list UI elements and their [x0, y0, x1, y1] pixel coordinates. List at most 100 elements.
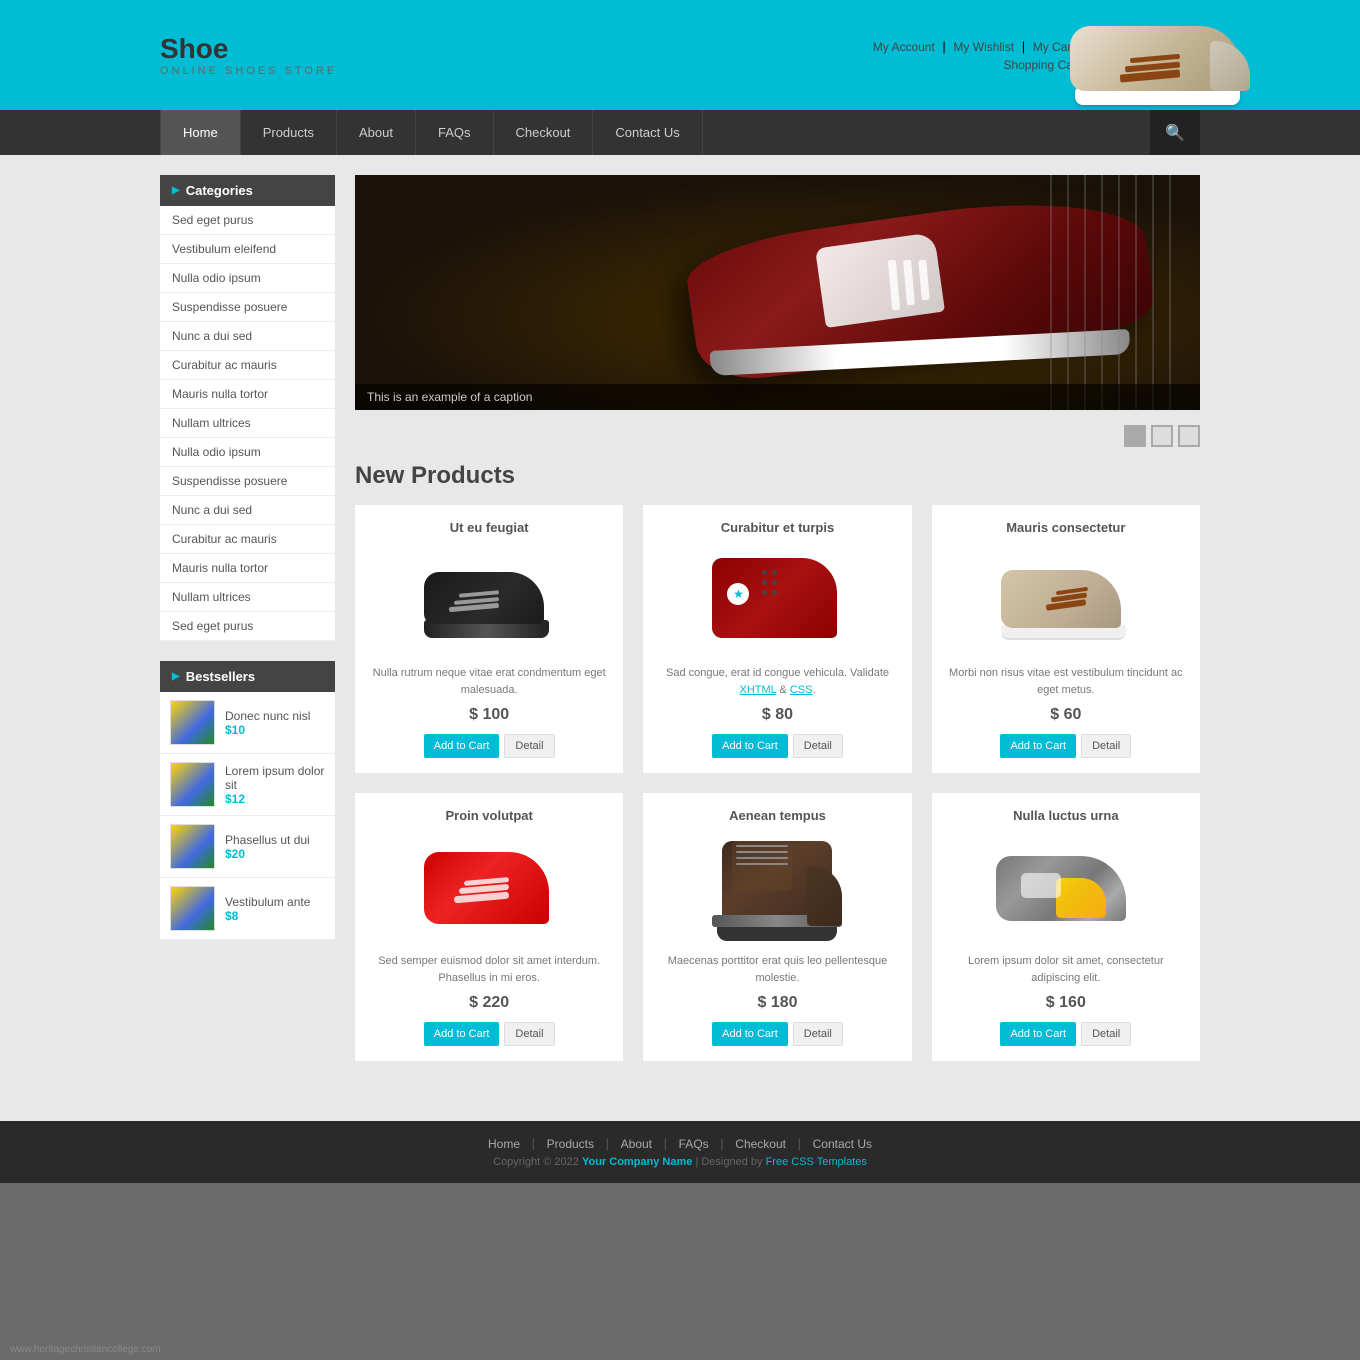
product-image	[947, 545, 1185, 655]
product-desc: Maecenas porttitor erat quis leo pellent…	[658, 953, 896, 986]
bestseller-name: Donec nunc nisl	[225, 709, 310, 723]
bestseller-item: Vestibulum ante $8	[160, 878, 335, 940]
slider-background	[355, 175, 1200, 410]
detail-button[interactable]: Detail	[504, 1022, 554, 1046]
nav-checkout[interactable]: Checkout	[494, 110, 594, 155]
product-price: $ 180	[658, 994, 896, 1012]
new-products-title: New Products	[355, 462, 1200, 490]
main-content: This is an example of a caption New Prod…	[355, 175, 1200, 1091]
products-grid: Ut eu feugiat Nulla rutrum neque vitae e…	[355, 505, 1200, 1061]
category-link[interactable]: Nunc a dui sed	[160, 496, 335, 524]
new-products-section: New Products Ut eu feugiat	[355, 462, 1200, 1061]
detail-button[interactable]: Detail	[504, 734, 554, 758]
footer-separator: |	[532, 1136, 535, 1151]
footer-separator: |	[606, 1136, 609, 1151]
category-link[interactable]: Suspendisse posuere	[160, 467, 335, 495]
product-image	[370, 833, 608, 943]
add-to-cart-button[interactable]: Add to Cart	[424, 734, 500, 758]
list-item: Vestibulum eleifend	[160, 235, 335, 264]
add-to-cart-button[interactable]: Add to Cart	[712, 734, 788, 758]
footer-links: Home | Products | About | FAQs | Checkou…	[160, 1136, 1200, 1151]
my-wishlist-link[interactable]: My Wishlist	[953, 40, 1014, 54]
category-link[interactable]: Curabitur ac mauris	[160, 525, 335, 553]
list-item: Nullam ultrices	[160, 583, 335, 612]
footer-about-link[interactable]: About	[621, 1137, 652, 1151]
add-to-cart-button[interactable]: Add to Cart	[1000, 1022, 1076, 1046]
product-price: $ 220	[370, 994, 608, 1012]
detail-button[interactable]: Detail	[793, 734, 843, 758]
product-card: Ut eu feugiat Nulla rutrum neque vitae e…	[355, 505, 623, 773]
slider-dot-1[interactable]	[1124, 425, 1146, 447]
category-link[interactable]: Suspendisse posuere	[160, 293, 335, 321]
detail-button[interactable]: Detail	[1081, 1022, 1131, 1046]
hero-slider: This is an example of a caption	[355, 175, 1200, 410]
category-link[interactable]: Nulla odio ipsum	[160, 438, 335, 466]
category-link[interactable]: Nullam ultrices	[160, 409, 335, 437]
logo-area: ShoeStore Online Shoes Store	[160, 33, 869, 77]
add-to-cart-button[interactable]: Add to Cart	[712, 1022, 788, 1046]
bestseller-thumbnail	[170, 824, 215, 869]
slider-grid-lines	[1050, 175, 1200, 410]
list-item: Mauris nulla tortor	[160, 554, 335, 583]
list-item: Nulla odio ipsum	[160, 438, 335, 467]
list-item: Suspendisse posuere	[160, 293, 335, 322]
list-item: Curabitur ac mauris	[160, 525, 335, 554]
add-to-cart-button[interactable]: Add to Cart	[424, 1022, 500, 1046]
category-link[interactable]: Nullam ultrices	[160, 583, 335, 611]
bestseller-item: Donec nunc nisl $10	[160, 692, 335, 754]
list-item: Sed eget purus	[160, 612, 335, 641]
list-item: Suspendisse posuere	[160, 467, 335, 496]
slider-dot-3[interactable]	[1178, 425, 1200, 447]
detail-button[interactable]: Detail	[793, 1022, 843, 1046]
footer-home-link[interactable]: Home	[488, 1137, 520, 1151]
footer-products-link[interactable]: Products	[547, 1137, 594, 1151]
nav-contact[interactable]: Contact Us	[593, 110, 702, 155]
category-link[interactable]: Curabitur ac mauris	[160, 351, 335, 379]
nav-home[interactable]: Home	[160, 110, 241, 155]
add-to-cart-button[interactable]: Add to Cart	[1000, 734, 1076, 758]
category-link[interactable]: Mauris nulla tortor	[160, 554, 335, 582]
main-wrapper: ▶ Categories Sed eget purus Vestibulum e…	[0, 155, 1360, 1121]
product-actions: Add to Cart Detail	[370, 1022, 608, 1046]
footer-contact-link[interactable]: Contact Us	[813, 1137, 872, 1151]
product-card: Nulla luctus urna Lorem ipsum	[932, 793, 1200, 1061]
product-card: Proin volutpat Sed semper euis	[355, 793, 623, 1061]
footer-separator: |	[664, 1136, 667, 1151]
categories-section: ▶ Categories Sed eget purus Vestibulum e…	[160, 175, 335, 641]
product-card: Curabitur et turpis ★	[643, 505, 911, 773]
product-price: $ 100	[370, 706, 608, 724]
slider-dot-2[interactable]	[1151, 425, 1173, 447]
category-link[interactable]: Sed eget purus	[160, 206, 335, 234]
category-link[interactable]: Mauris nulla tortor	[160, 380, 335, 408]
bestseller-thumbnail	[170, 886, 215, 931]
nav-faqs[interactable]: FAQs	[416, 110, 494, 155]
product-desc: Lorem ipsum dolor sit amet, consectetur …	[947, 953, 1185, 986]
product-card: Mauris consectetur Morbi non r	[932, 505, 1200, 773]
designer-link[interactable]: Free CSS Templates	[766, 1156, 867, 1168]
categories-header: ▶ Categories	[160, 175, 335, 206]
nav-about[interactable]: About	[337, 110, 416, 155]
xhtml-link[interactable]: XHTML	[739, 684, 776, 696]
copyright-text: Copyright © 2022	[493, 1156, 579, 1168]
list-item: Nunc a dui sed	[160, 322, 335, 351]
category-link[interactable]: Nulla odio ipsum	[160, 264, 335, 292]
css-link[interactable]: CSS	[790, 684, 813, 696]
category-link[interactable]: Sed eget purus	[160, 612, 335, 640]
footer-checkout-link[interactable]: Checkout	[735, 1137, 786, 1151]
detail-button[interactable]: Detail	[1081, 734, 1131, 758]
category-link[interactable]: Nunc a dui sed	[160, 322, 335, 350]
categories-arrow-icon: ▶	[172, 185, 180, 196]
bestseller-info: Donec nunc nisl $10	[225, 709, 310, 737]
bestseller-price: $12	[225, 792, 325, 806]
product-actions: Add to Cart Detail	[370, 734, 608, 758]
sidebar: ▶ Categories Sed eget purus Vestibulum e…	[160, 175, 335, 1091]
my-account-link[interactable]: My Account	[873, 40, 935, 54]
category-link[interactable]: Vestibulum eleifend	[160, 235, 335, 263]
bestsellers-section: ▶ Bestsellers Donec nunc nisl $10 Lorem …	[160, 661, 335, 940]
bestseller-info: Vestibulum ante $8	[225, 895, 310, 923]
nav-products[interactable]: Products	[241, 110, 337, 155]
product-actions: Add to Cart Detail	[947, 734, 1185, 758]
bestseller-thumbnail	[170, 762, 215, 807]
footer-faqs-link[interactable]: FAQs	[679, 1137, 709, 1151]
footer: Home | Products | About | FAQs | Checkou…	[0, 1121, 1360, 1183]
